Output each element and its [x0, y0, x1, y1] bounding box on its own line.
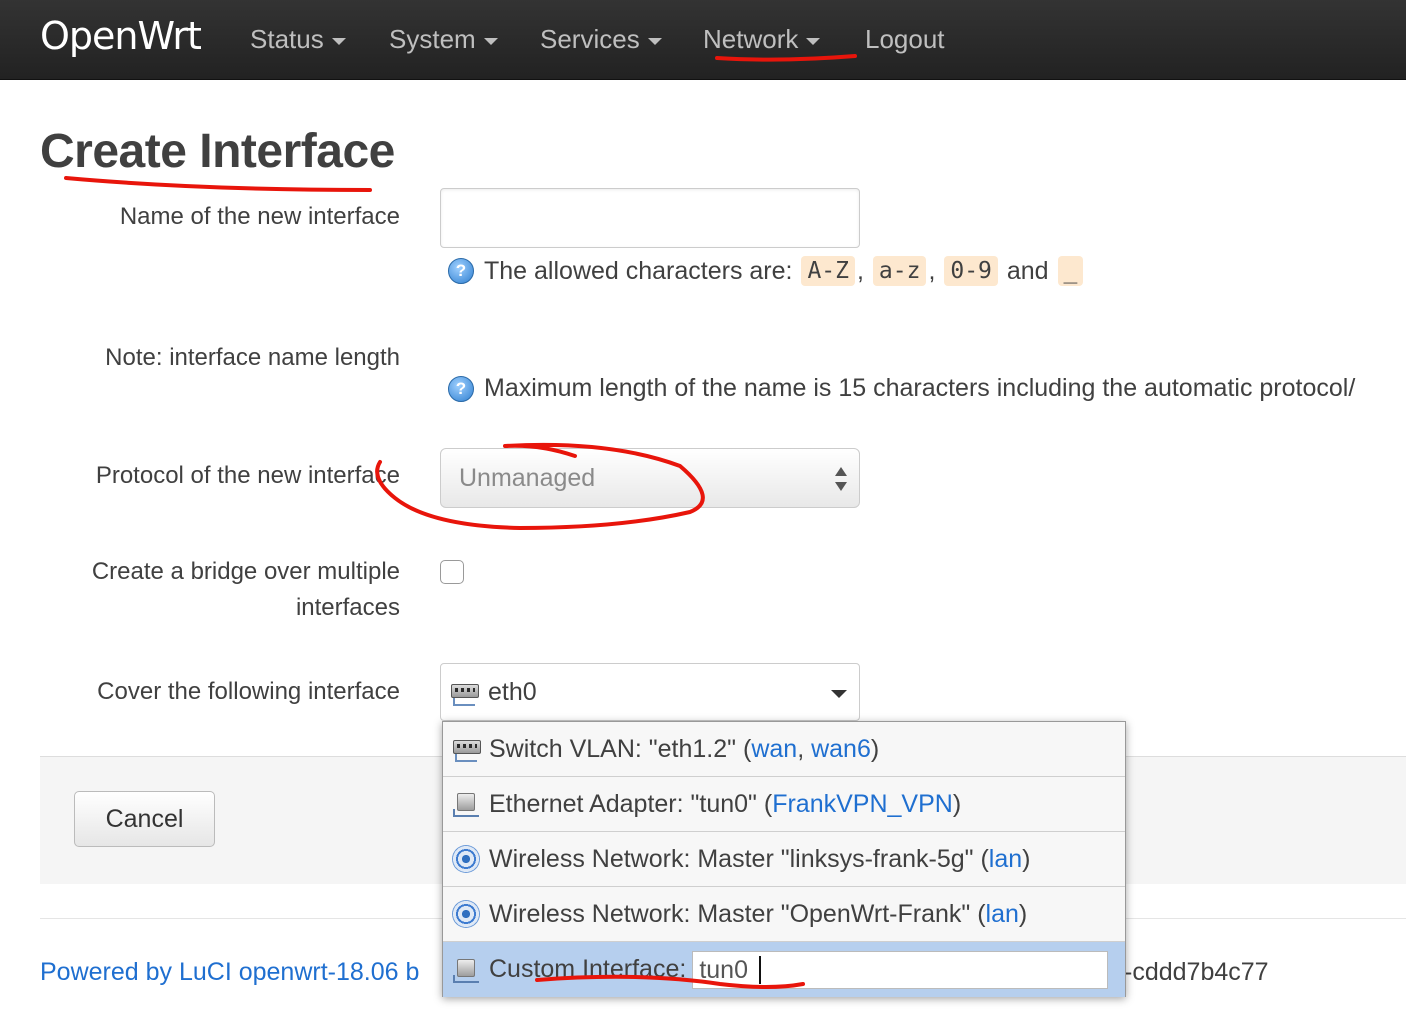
dropdown-item-suffix: ) — [952, 789, 962, 818]
cover-label: Cover the following interface — [97, 678, 400, 705]
wireless-icon — [451, 844, 481, 874]
nav-status[interactable]: Status — [250, 24, 346, 55]
footer-powered-by-link[interactable]: Powered by LuCI openwrt-18.06 b — [40, 958, 419, 987]
switch-icon — [451, 734, 481, 764]
cover-interface-dropdown: Switch VLAN: "eth1.2" (wan, wan6) Ethern… — [442, 721, 1126, 997]
cover-interface-value: eth0 — [488, 678, 537, 706]
dropdown-item-suffix: ) — [870, 734, 880, 763]
nav-system[interactable]: System — [389, 24, 498, 55]
custom-interface-label: Custom Interface: — [489, 955, 687, 983]
top-navbar: OpenWrt Status System Services Network L… — [0, 0, 1406, 80]
dropdown-item-suffix: ) — [1018, 899, 1028, 928]
dropdown-item-custom-interface[interactable]: Custom Interface: tun0 — [443, 942, 1125, 997]
dropdown-item-wireless-5g[interactable]: Wireless Network: Master "linksys-frank-… — [443, 832, 1125, 887]
switch-icon — [449, 678, 479, 708]
chevron-down-icon — [647, 37, 662, 45]
dropdown-item-suffix: ) — [1022, 844, 1031, 873]
custom-interface-input[interactable]: tun0 — [692, 950, 1109, 989]
nav-system-label: System — [389, 24, 476, 54]
bridge-label-line1: Create a bridge over multiple — [91, 558, 400, 585]
dropdown-item-text: Wireless Network: Master "OpenWrt-Frank"… — [489, 899, 986, 928]
note-label: Note: interface name length — [105, 344, 400, 371]
link-wan6[interactable]: wan6 — [811, 735, 871, 764]
up-down-arrows-icon — [835, 467, 847, 491]
bridge-label-line2: interfaces — [295, 594, 400, 621]
dropdown-item-wireless-openwrt[interactable]: Wireless Network: Master "OpenWrt-Frank"… — [443, 887, 1125, 942]
chevron-down-icon — [831, 690, 847, 698]
dropdown-item-text: Ethernet Adapter: "tun0" ( — [489, 789, 773, 818]
name-help: ? The allowed characters are: A-Z, a-z, … — [448, 256, 1085, 286]
nav-services[interactable]: Services — [540, 24, 662, 55]
code-az-upper: A-Z — [801, 256, 855, 286]
nav-services-label: Services — [540, 24, 640, 54]
protocol-select-value: Unmanaged — [459, 464, 596, 492]
footer-version-tail: -cddd7b4c77 — [1124, 958, 1269, 986]
dropdown-item-ethernet-tun0[interactable]: Ethernet Adapter: "tun0" (FrankVPN_VPN) — [443, 777, 1125, 832]
nav-logout-label: Logout — [865, 24, 945, 54]
chevron-down-icon — [483, 37, 498, 45]
dropdown-item-switch-vlan[interactable]: Switch VLAN: "eth1.2" (wan, wan6) — [443, 722, 1125, 777]
chevron-down-icon — [331, 37, 346, 45]
bridge-checkbox[interactable] — [440, 560, 464, 584]
link-wan[interactable]: wan — [751, 735, 797, 764]
nav-network-label: Network — [703, 24, 799, 54]
code-digits: 0-9 — [944, 256, 998, 286]
dropdown-item-text: Switch VLAN: "eth1.2" ( — [489, 734, 752, 763]
note-help: ? Maximum length of the name is 15 chara… — [448, 374, 1355, 403]
link-lan[interactable]: lan — [989, 845, 1022, 874]
brand-logo[interactable]: OpenWrt — [40, 14, 202, 58]
name-label: Name of the new interface — [119, 203, 400, 230]
wireless-icon — [451, 899, 481, 929]
cancel-button[interactable]: Cancel — [74, 791, 215, 847]
name-help-and: and — [1006, 256, 1049, 285]
code-az-lower: a-z — [872, 256, 927, 286]
help-icon: ? — [448, 375, 474, 402]
cover-interface-combobox[interactable]: eth0 — [440, 663, 860, 721]
page-title: Create Interface — [40, 125, 395, 178]
ethernet-icon — [451, 955, 481, 985]
chevron-down-icon — [806, 37, 821, 45]
nav-logout[interactable]: Logout — [865, 24, 945, 55]
help-icon: ? — [448, 258, 474, 284]
nav-network[interactable]: Network — [703, 24, 821, 55]
code-underscore: _ — [1057, 256, 1084, 286]
nav-status-label: Status — [250, 24, 324, 54]
ethernet-icon — [451, 789, 481, 819]
protocol-label: Protocol of the new interface — [95, 462, 400, 489]
interface-name-input[interactable] — [440, 188, 860, 248]
dropdown-item-text: Wireless Network: Master "linksys-frank-… — [489, 844, 989, 873]
note-help-text: Maximum length of the name is 15 charact… — [484, 374, 1356, 402]
protocol-select[interactable]: Unmanaged — [440, 448, 860, 508]
name-help-text: The allowed characters are: — [484, 256, 793, 285]
link-lan[interactable]: lan — [986, 900, 1019, 929]
link-frankvpn[interactable]: FrankVPN_VPN — [772, 790, 953, 819]
